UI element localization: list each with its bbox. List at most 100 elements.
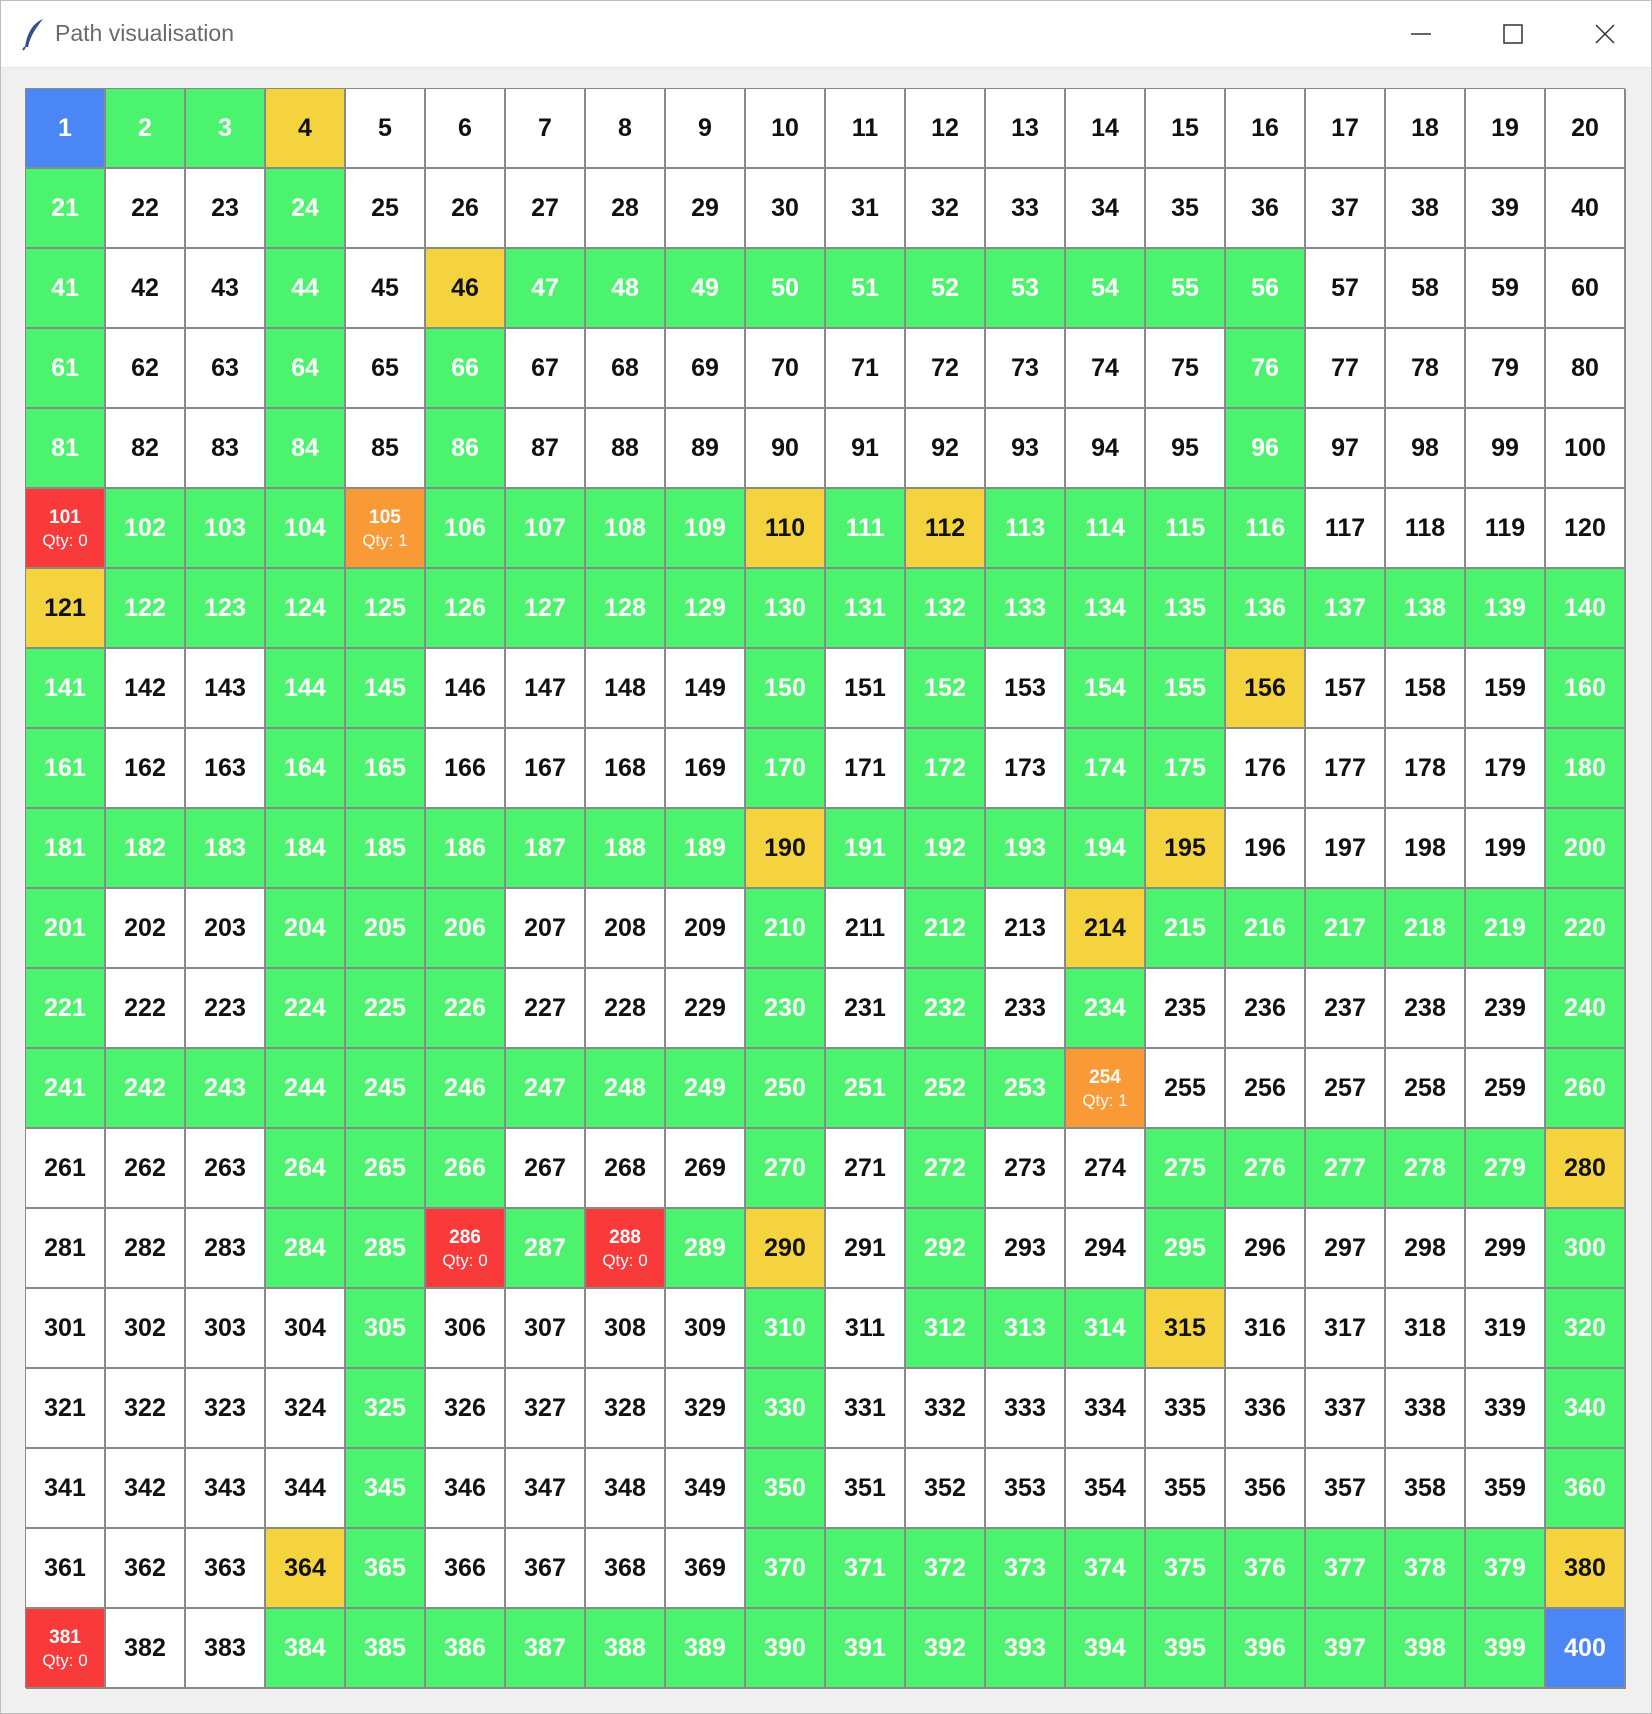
grid-cell-39[interactable]: 39 [1466,169,1546,249]
grid-cell-228[interactable]: 228 [586,969,666,1049]
grid-cell-211[interactable]: 211 [826,889,906,969]
grid-cell-329[interactable]: 329 [666,1369,746,1449]
grid-cell-97[interactable]: 97 [1306,409,1386,489]
grid-cell-68[interactable]: 68 [586,329,666,409]
grid-cell-94[interactable]: 94 [1066,409,1146,489]
grid-cell-32[interactable]: 32 [906,169,986,249]
grid-cell-99[interactable]: 99 [1466,409,1546,489]
grid-cell-188[interactable]: 188 [586,809,666,889]
grid-cell-359[interactable]: 359 [1466,1449,1546,1529]
grid-cell-117[interactable]: 117 [1306,489,1386,569]
grid-cell-152[interactable]: 152 [906,649,986,729]
grid-cell-174[interactable]: 174 [1066,729,1146,809]
grid-cell-316[interactable]: 316 [1226,1289,1306,1369]
grid-cell-275[interactable]: 275 [1146,1129,1226,1209]
grid-cell-322[interactable]: 322 [106,1369,186,1449]
grid-cell-397[interactable]: 397 [1306,1609,1386,1689]
grid-cell-126[interactable]: 126 [426,569,506,649]
grid-cell-35[interactable]: 35 [1146,169,1226,249]
grid-cell-366[interactable]: 366 [426,1529,506,1609]
grid-cell-154[interactable]: 154 [1066,649,1146,729]
grid-cell-288[interactable]: 288 Qty: 0 [586,1209,666,1289]
grid-cell-203[interactable]: 203 [186,889,266,969]
grid-cell-5[interactable]: 5 [346,89,426,169]
grid-cell-64[interactable]: 64 [266,329,346,409]
grid-cell-92[interactable]: 92 [906,409,986,489]
grid-cell-169[interactable]: 169 [666,729,746,809]
grid-cell-184[interactable]: 184 [266,809,346,889]
grid-cell-200[interactable]: 200 [1546,809,1626,889]
grid-cell-239[interactable]: 239 [1466,969,1546,1049]
grid-cell-129[interactable]: 129 [666,569,746,649]
grid-cell-237[interactable]: 237 [1306,969,1386,1049]
grid-cell-40[interactable]: 40 [1546,169,1626,249]
grid-cell-371[interactable]: 371 [826,1529,906,1609]
grid-cell-11[interactable]: 11 [826,89,906,169]
grid-cell-66[interactable]: 66 [426,329,506,409]
grid-cell-386[interactable]: 386 [426,1609,506,1689]
grid-cell-380[interactable]: 380 [1546,1529,1626,1609]
grid-cell-289[interactable]: 289 [666,1209,746,1289]
grid-cell-372[interactable]: 372 [906,1529,986,1609]
grid-cell-177[interactable]: 177 [1306,729,1386,809]
grid-cell-58[interactable]: 58 [1386,249,1466,329]
grid-cell-106[interactable]: 106 [426,489,506,569]
grid-cell-10[interactable]: 10 [746,89,826,169]
grid-cell-158[interactable]: 158 [1386,649,1466,729]
grid-cell-24[interactable]: 24 [266,169,346,249]
grid-cell-232[interactable]: 232 [906,969,986,1049]
grid-cell-323[interactable]: 323 [186,1369,266,1449]
grid-cell-297[interactable]: 297 [1306,1209,1386,1289]
grid-cell-162[interactable]: 162 [106,729,186,809]
grid-cell-274[interactable]: 274 [1066,1129,1146,1209]
grid-cell-201[interactable]: 201 [26,889,106,969]
grid-cell-392[interactable]: 392 [906,1609,986,1689]
grid-cell-258[interactable]: 258 [1386,1049,1466,1129]
grid-cell-395[interactable]: 395 [1146,1609,1226,1689]
grid-cell-294[interactable]: 294 [1066,1209,1146,1289]
grid-cell-221[interactable]: 221 [26,969,106,1049]
grid-cell-399[interactable]: 399 [1466,1609,1546,1689]
grid-cell-25[interactable]: 25 [346,169,426,249]
grid-cell-109[interactable]: 109 [666,489,746,569]
grid-cell-368[interactable]: 368 [586,1529,666,1609]
grid-cell-115[interactable]: 115 [1146,489,1226,569]
grid-cell-375[interactable]: 375 [1146,1529,1226,1609]
grid-cell-307[interactable]: 307 [506,1289,586,1369]
grid-cell-389[interactable]: 389 [666,1609,746,1689]
grid-cell-205[interactable]: 205 [346,889,426,969]
grid-cell-48[interactable]: 48 [586,249,666,329]
grid-cell-190[interactable]: 190 [746,809,826,889]
grid-cell-13[interactable]: 13 [986,89,1066,169]
grid-cell-180[interactable]: 180 [1546,729,1626,809]
grid-cell-342[interactable]: 342 [106,1449,186,1529]
grid-cell-344[interactable]: 344 [266,1449,346,1529]
grid-cell-194[interactable]: 194 [1066,809,1146,889]
grid-cell-182[interactable]: 182 [106,809,186,889]
grid-cell-302[interactable]: 302 [106,1289,186,1369]
grid-cell-230[interactable]: 230 [746,969,826,1049]
grid-cell-136[interactable]: 136 [1226,569,1306,649]
grid-cell-369[interactable]: 369 [666,1529,746,1609]
grid-cell-110[interactable]: 110 [746,489,826,569]
grid-cell-255[interactable]: 255 [1146,1049,1226,1129]
grid-cell-83[interactable]: 83 [186,409,266,489]
grid-cell-270[interactable]: 270 [746,1129,826,1209]
grid-cell-120[interactable]: 120 [1546,489,1626,569]
grid-cell-261[interactable]: 261 [26,1129,106,1209]
grid-cell-382[interactable]: 382 [106,1609,186,1689]
grid-cell-121[interactable]: 121 [26,569,106,649]
grid-cell-101[interactable]: 101 Qty: 0 [26,489,106,569]
grid-cell-140[interactable]: 140 [1546,569,1626,649]
grid-cell-234[interactable]: 234 [1066,969,1146,1049]
grid-cell-361[interactable]: 361 [26,1529,106,1609]
grid-cell-317[interactable]: 317 [1306,1289,1386,1369]
grid-cell-381[interactable]: 381 Qty: 0 [26,1609,106,1689]
grid-cell-357[interactable]: 357 [1306,1449,1386,1529]
grid-cell-400[interactable]: 400 [1546,1609,1626,1689]
grid-cell-116[interactable]: 116 [1226,489,1306,569]
grid-cell-76[interactable]: 76 [1226,329,1306,409]
grid-cell-300[interactable]: 300 [1546,1209,1626,1289]
grid-cell-249[interactable]: 249 [666,1049,746,1129]
grid-cell-347[interactable]: 347 [506,1449,586,1529]
